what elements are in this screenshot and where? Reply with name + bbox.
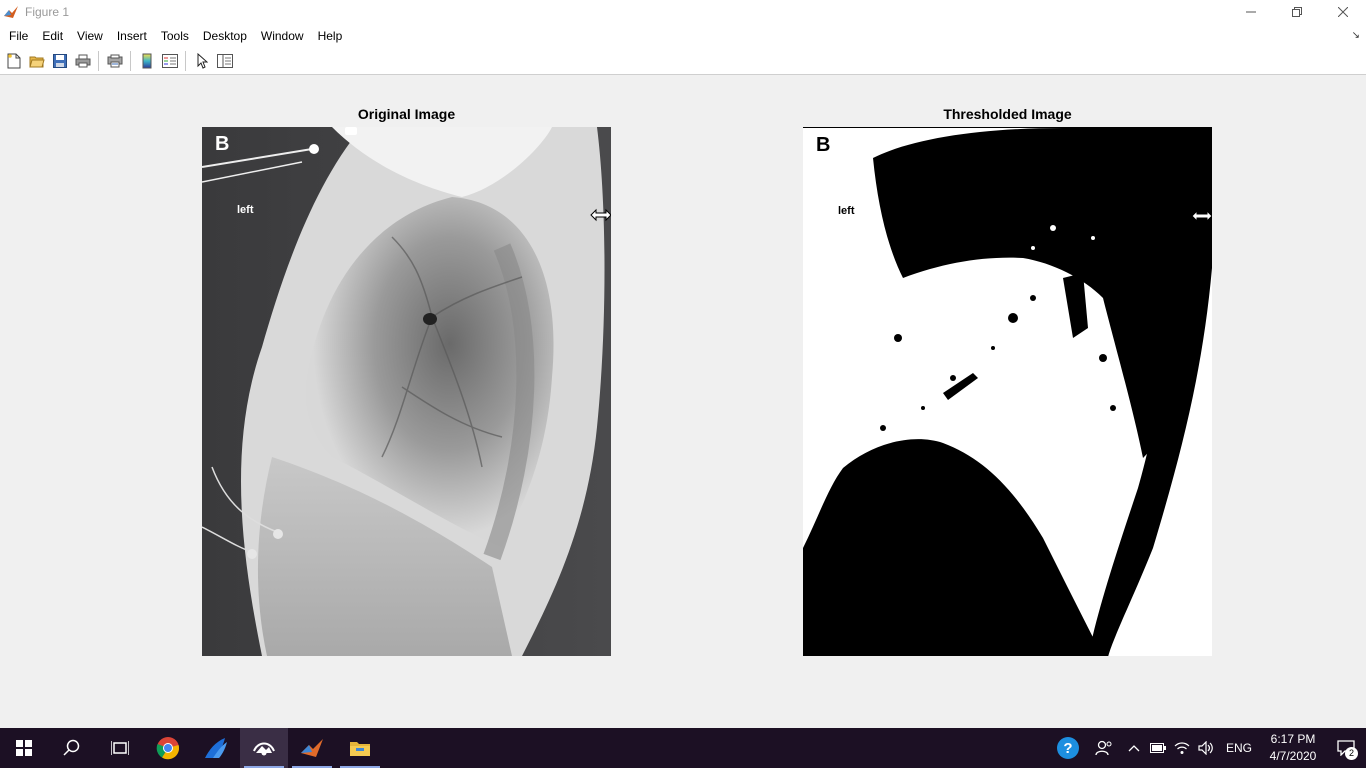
dock-figure-button[interactable]: ↘ — [1352, 30, 1360, 41]
image-label-letter: B — [816, 134, 831, 156]
taskbar-file-explorer[interactable] — [336, 728, 384, 768]
task-view-icon — [111, 741, 129, 755]
print-preview-icon — [107, 54, 122, 68]
menu-bar: File Edit View Insert Tools Desktop Wind… — [0, 24, 1366, 48]
open-file-icon — [28, 56, 45, 68]
save-button[interactable] — [48, 50, 71, 72]
toolbar-separator — [185, 51, 186, 71]
figure-toolbar — [0, 48, 1366, 75]
thresholded-image-axes[interactable]: B left — [803, 127, 1212, 656]
new-figure-button[interactable] — [2, 50, 25, 72]
image-side-label: left — [838, 205, 855, 217]
search-icon — [63, 739, 80, 756]
matlab-icon — [301, 739, 323, 757]
volume-tray-button[interactable] — [1194, 728, 1218, 768]
clock-date: 4/7/2020 — [1269, 749, 1317, 763]
menu-insert[interactable]: Insert — [110, 24, 154, 48]
menu-desktop[interactable]: Desktop — [196, 24, 254, 48]
resize-cursor-icon — [1191, 209, 1212, 223]
svg-text:?: ? — [1063, 740, 1072, 757]
restore-icon — [1292, 7, 1302, 17]
insert-colorbar-button[interactable] — [135, 50, 158, 72]
notification-count-badge: 2 — [1345, 747, 1358, 760]
original-image-title: Original Image — [357, 106, 456, 122]
task-view-button[interactable] — [96, 728, 144, 768]
show-hidden-icons-button[interactable] — [1122, 728, 1146, 768]
speaker-icon — [1198, 741, 1213, 755]
original-image-axes[interactable]: B left — [202, 127, 611, 656]
open-file-button[interactable] — [25, 50, 48, 72]
image-viewer-icon — [253, 742, 275, 756]
help-tray-button[interactable]: ? — [1050, 728, 1086, 768]
menu-edit[interactable]: Edit — [35, 24, 70, 48]
legend-icon — [161, 54, 178, 68]
property-inspector-button[interactable] — [213, 50, 236, 72]
system-clock[interactable]: 6:17 PM 4/7/2020 — [1260, 731, 1326, 765]
wifi-icon — [1174, 742, 1190, 754]
menu-tools[interactable]: Tools — [154, 24, 196, 48]
file-explorer-icon — [350, 742, 370, 756]
window-controls — [1228, 0, 1366, 24]
window-title: Figure 1 — [25, 5, 70, 19]
close-button[interactable] — [1320, 0, 1366, 24]
battery-tray-button[interactable] — [1146, 728, 1170, 768]
start-button[interactable] — [0, 728, 48, 768]
close-icon — [1338, 7, 1348, 17]
insert-legend-button[interactable] — [158, 50, 181, 72]
menu-help[interactable]: Help — [311, 24, 350, 48]
network-tray-button[interactable] — [1170, 728, 1194, 768]
taskbar: ? ENG 6:17 PM 4/7/2020 2 — [0, 728, 1366, 768]
action-center-button[interactable]: 2 — [1326, 728, 1366, 768]
minimize-button[interactable] — [1228, 0, 1274, 24]
taskbar-wireshark[interactable] — [192, 728, 240, 768]
print-button[interactable] — [71, 50, 94, 72]
minimize-icon — [1246, 11, 1256, 13]
image-label-letter: B — [215, 133, 230, 155]
taskbar-image-viewer[interactable] — [240, 728, 288, 768]
toolbar-separator — [98, 51, 99, 71]
save-icon — [52, 54, 67, 68]
thresholded-image-title: Thresholded Image — [943, 106, 1072, 122]
start-icon — [16, 740, 32, 756]
people-tray-button[interactable] — [1086, 728, 1122, 768]
thresholded-image — [803, 128, 1212, 656]
wireshark-icon — [205, 738, 227, 758]
image-side-label: left — [237, 204, 254, 216]
print-preview-button[interactable] — [103, 50, 126, 72]
title-bar: Figure 1 — [0, 0, 1366, 24]
colorbar-icon — [142, 53, 151, 69]
chevron-up-icon — [1128, 745, 1140, 752]
menu-window[interactable]: Window — [254, 24, 311, 48]
edit-plot-button[interactable] — [190, 50, 213, 72]
toolbar-separator — [130, 51, 131, 71]
search-button[interactable] — [48, 728, 96, 768]
chrome-icon — [156, 737, 180, 760]
print-icon — [75, 54, 90, 68]
system-tray: ? ENG 6:17 PM 4/7/2020 2 — [1050, 728, 1366, 768]
matlab-app-icon[interactable] — [3, 4, 19, 20]
menu-view[interactable]: View — [70, 24, 110, 48]
figure-canvas: Original Image B left Thresholded Image … — [0, 76, 1366, 728]
people-icon — [1095, 740, 1112, 756]
xray-image — [202, 127, 611, 656]
menu-file[interactable]: File — [2, 24, 35, 48]
input-language-indicator[interactable]: ENG — [1218, 741, 1260, 755]
taskbar-matlab[interactable] — [288, 728, 336, 768]
resize-cursor-icon — [590, 208, 611, 222]
battery-icon — [1149, 743, 1166, 753]
taskbar-chrome[interactable] — [144, 728, 192, 768]
help-icon: ? — [1056, 737, 1079, 759]
new-figure-icon — [7, 53, 20, 69]
restore-button[interactable] — [1274, 0, 1320, 24]
edit-plot-arrow-icon — [197, 53, 208, 69]
clock-time: 6:17 PM — [1270, 732, 1316, 746]
property-inspector-icon — [216, 54, 233, 68]
